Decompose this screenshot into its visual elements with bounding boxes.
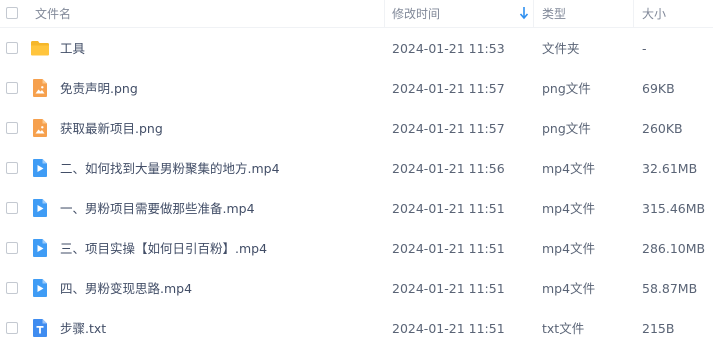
file-name[interactable]: 工具: [60, 40, 85, 57]
file-size: 58.87MB: [642, 281, 698, 296]
file-name[interactable]: 步骤.txt: [60, 320, 106, 337]
row-checkbox[interactable]: [6, 202, 18, 214]
file-modified-time: 2024-01-21 11:56: [392, 161, 505, 176]
column-header-modified[interactable]: 修改时间: [392, 6, 440, 22]
file-name[interactable]: 一、男粉项目需要做那些准备.mp4: [60, 200, 255, 217]
file-name[interactable]: 三、项目实操【如何日引百粉】.mp4: [60, 240, 267, 257]
file-type: mp4文件: [542, 241, 596, 256]
file-type: png文件: [542, 121, 591, 136]
row-checkbox[interactable]: [6, 242, 18, 254]
file-row[interactable]: 一、男粉项目需要做那些准备.mp4 2024-01-21 11:51 mp4文件…: [0, 188, 713, 228]
file-row[interactable]: 四、男粉变现思路.mp4 2024-01-21 11:51 mp4文件 58.8…: [0, 268, 713, 308]
file-modified-time: 2024-01-21 11:57: [392, 81, 505, 96]
file-modified-time: 2024-01-21 11:51: [392, 201, 505, 216]
file-size: 215B: [642, 321, 675, 336]
column-header-size[interactable]: 大小: [642, 6, 666, 22]
file-row[interactable]: 获取最新项目.png 2024-01-21 11:57 png文件 260KB: [0, 108, 713, 148]
file-size: 286.10MB: [642, 241, 706, 256]
row-checkbox[interactable]: [6, 42, 18, 54]
image-file-icon: [33, 79, 47, 97]
file-modified-time: 2024-01-21 11:53: [392, 41, 505, 56]
file-name[interactable]: 二、如何找到大量男粉聚集的地方.mp4: [60, 160, 280, 177]
file-type: mp4文件: [542, 281, 596, 296]
video-file-icon: [33, 239, 47, 257]
column-divider: [633, 0, 634, 27]
text-file-icon: [33, 319, 47, 337]
row-checkbox[interactable]: [6, 122, 18, 134]
file-modified-time: 2024-01-21 11:51: [392, 321, 505, 336]
video-file-icon: [33, 199, 47, 217]
file-row[interactable]: 工具 2024-01-21 11:53 文件夹 -: [0, 28, 713, 68]
file-modified-time: 2024-01-21 11:51: [392, 241, 505, 256]
file-size: 260KB: [642, 121, 683, 136]
file-modified-time: 2024-01-21 11:51: [392, 281, 505, 296]
file-row[interactable]: 二、如何找到大量男粉聚集的地方.mp4 2024-01-21 11:56 mp4…: [0, 148, 713, 188]
file-type: mp4文件: [542, 161, 596, 176]
row-checkbox[interactable]: [6, 322, 18, 334]
row-checkbox[interactable]: [6, 82, 18, 94]
file-row[interactable]: 免责声明.png 2024-01-21 11:57 png文件 69KB: [0, 68, 713, 108]
file-size: 32.61MB: [642, 161, 698, 176]
image-file-icon: [33, 119, 47, 137]
file-type: png文件: [542, 81, 591, 96]
file-type: mp4文件: [542, 201, 596, 216]
column-header-name[interactable]: 文件名: [35, 6, 71, 22]
file-type: 文件夹: [542, 41, 580, 56]
file-list-header: 文件名 修改时间 类型 大小: [0, 0, 713, 28]
video-file-icon: [33, 279, 47, 297]
select-all-checkbox[interactable]: [6, 7, 18, 19]
file-name[interactable]: 四、男粉变现思路.mp4: [60, 280, 192, 297]
folder-icon: [31, 41, 49, 56]
row-checkbox[interactable]: [6, 162, 18, 174]
column-divider: [533, 0, 534, 27]
video-file-icon: [33, 159, 47, 177]
file-size: 69KB: [642, 81, 675, 96]
sort-descending-icon[interactable]: [519, 6, 529, 20]
file-name[interactable]: 获取最新项目.png: [60, 120, 163, 137]
file-row[interactable]: 三、项目实操【如何日引百粉】.mp4 2024-01-21 11:51 mp4文…: [0, 228, 713, 268]
file-type: txt文件: [542, 321, 585, 336]
column-header-type[interactable]: 类型: [542, 6, 566, 22]
column-divider: [384, 0, 385, 27]
file-size: 315.46MB: [642, 201, 706, 216]
file-size: -: [642, 41, 647, 56]
file-row[interactable]: 步骤.txt 2024-01-21 11:51 txt文件 215B: [0, 308, 713, 348]
row-checkbox[interactable]: [6, 282, 18, 294]
file-name[interactable]: 免责声明.png: [60, 80, 138, 97]
file-modified-time: 2024-01-21 11:57: [392, 121, 505, 136]
